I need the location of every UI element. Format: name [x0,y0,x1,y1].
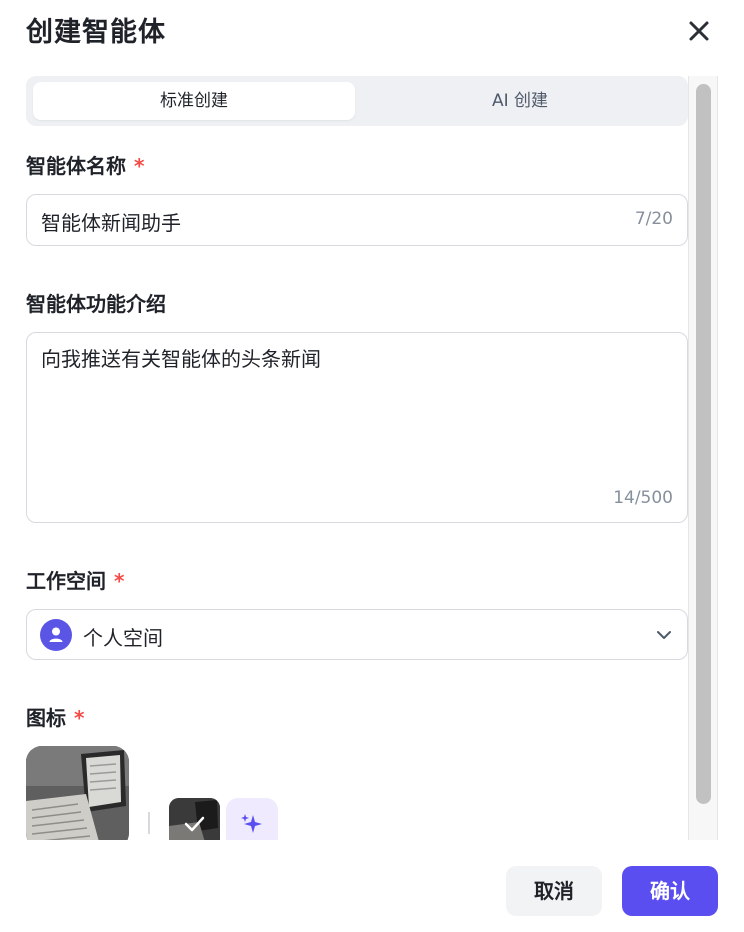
chevron-down-icon [655,626,673,648]
name-field-label: 智能体名称 * [26,150,144,179]
name-label-text: 智能体名称 [26,154,126,178]
icon-label-text: 图标 [26,706,66,730]
sparkle-icon [239,811,265,840]
name-char-counter: 7/20 [634,209,673,229]
form-scroll-area: 标准创建 AI 创建 智能体名称 * 智能体新闻助手 7/20 智能体功能介绍 向… [0,76,744,840]
selected-agent-icon-image [26,746,129,840]
create-agent-dialog: 创建智能体 标准创建 AI 创建 智能体名称 * 智能体新闻助手 7/20 智能体… [0,0,744,932]
agent-name-input[interactable]: 智能体新闻助手 7/20 [26,194,688,246]
required-mark: * [74,706,85,730]
description-char-counter: 14/500 [613,488,673,508]
user-avatar-icon [40,619,72,651]
confirm-button[interactable]: 确认 [622,866,718,916]
tab-standard-create[interactable]: 标准创建 [33,82,355,120]
required-mark: * [134,154,145,178]
required-mark: * [114,569,125,593]
cancel-button[interactable]: 取消 [506,866,602,916]
icon-option-thumbnail[interactable] [169,798,220,840]
icon-divider [148,812,150,834]
icon-field-label: 图标 * [26,702,84,731]
dialog-title: 创建智能体 [26,17,166,48]
workspace-selected-value: 个人空间 [83,626,163,650]
creation-mode-tabs: 标准创建 AI 创建 [26,76,688,126]
workspace-field-label: 工作空间 * [26,565,124,594]
workspace-label-text: 工作空间 [26,569,106,593]
agent-name-value: 智能体新闻助手 [41,211,181,235]
close-icon[interactable] [684,16,714,46]
agent-description-textarea[interactable]: 向我推送有关智能体的头条新闻 14/500 [26,332,688,523]
description-field-label: 智能体功能介绍 [26,288,166,317]
description-label-text: 智能体功能介绍 [26,292,166,316]
agent-description-value: 向我推送有关智能体的头条新闻 [41,347,321,371]
ai-generate-icon-button[interactable] [226,798,278,840]
tab-ai-create[interactable]: AI 创建 [359,82,681,120]
workspace-select[interactable]: 个人空间 [26,609,688,660]
